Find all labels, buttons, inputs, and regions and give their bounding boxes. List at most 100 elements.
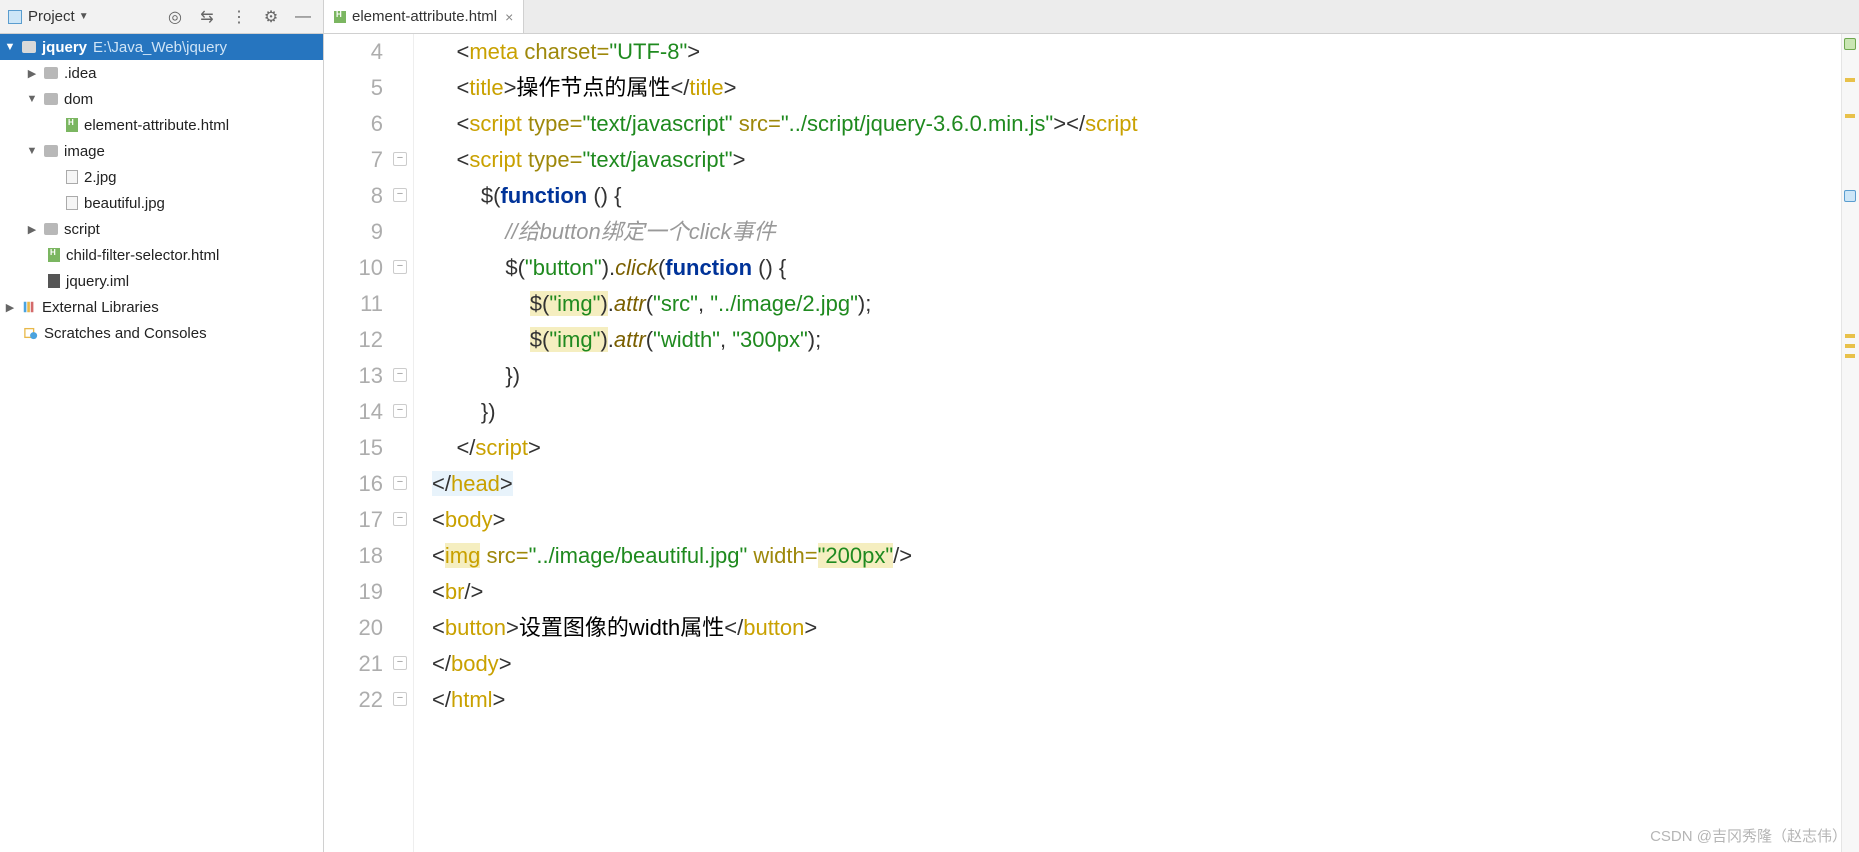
tree-folder-idea[interactable]: ▶ .idea <box>0 60 323 86</box>
project-label[interactable]: Project <box>28 8 75 25</box>
folder-label: dom <box>64 91 93 108</box>
line-number-gutter: 4567−8−910−111213−14−1516−17−18192021−22… <box>324 34 414 852</box>
inspection-ok-icon[interactable] <box>1844 38 1856 50</box>
warning-marker[interactable] <box>1845 114 1855 118</box>
html-file-icon <box>48 248 60 262</box>
code-line[interactable]: $("img").attr("width", "300px"); <box>432 322 1841 358</box>
warning-marker[interactable] <box>1845 344 1855 348</box>
dropdown-arrow-icon[interactable]: ▼ <box>79 11 89 22</box>
fold-icon[interactable]: − <box>393 476 407 490</box>
project-tree[interactable]: ▼ jquery E:\Java_Web\jquery ▶ .idea ▼ do… <box>0 34 324 852</box>
folder-label: script <box>64 221 100 238</box>
warning-marker[interactable] <box>1845 354 1855 358</box>
tree-scratches[interactable]: Scratches and Consoles <box>0 320 323 346</box>
minimize-icon[interactable]: — <box>295 9 311 25</box>
fold-icon[interactable]: − <box>393 152 407 166</box>
code-line[interactable]: //给button绑定一个click事件 <box>432 214 1841 250</box>
root-name: jquery <box>42 39 87 56</box>
line-number: 18 <box>324 538 383 574</box>
folder-label: image <box>64 143 105 160</box>
expand-arrow-icon[interactable]: ▼ <box>26 145 38 157</box>
folder-icon <box>22 41 36 53</box>
warning-marker[interactable] <box>1845 78 1855 82</box>
gear-icon[interactable]: ⚙ <box>263 9 279 25</box>
scratch-label: Scratches and Consoles <box>44 325 207 342</box>
expand-arrow-icon[interactable]: ▼ <box>4 41 16 53</box>
file-label: child-filter-selector.html <box>66 247 219 264</box>
line-number: 12 <box>324 322 383 358</box>
line-number: 14− <box>324 394 383 430</box>
project-tool-icons: ◎ ⇆ ⋮ ⚙ — <box>167 9 311 25</box>
line-number: 7− <box>324 142 383 178</box>
root-path: E:\Java_Web\jquery <box>93 39 227 56</box>
code-line[interactable]: }) <box>432 358 1841 394</box>
target-icon[interactable]: ◎ <box>167 9 183 25</box>
code-line[interactable]: $("img").attr("src", "../image/2.jpg"); <box>432 286 1841 322</box>
expand-arrow-icon[interactable]: ▼ <box>26 93 38 105</box>
tree-file-element-attribute[interactable]: element-attribute.html <box>0 112 323 138</box>
tree-file-beautiful[interactable]: beautiful.jpg <box>0 190 323 216</box>
fold-icon[interactable]: − <box>393 260 407 274</box>
line-number: 9 <box>324 214 383 250</box>
fold-icon[interactable]: − <box>393 692 407 706</box>
editor-tab-bar: element-attribute.html × <box>324 0 1859 33</box>
file-label: element-attribute.html <box>84 117 229 134</box>
tree-file-iml[interactable]: jquery.iml <box>0 268 323 294</box>
marker-rail <box>1841 34 1859 852</box>
tree-file-2jpg[interactable]: 2.jpg <box>0 164 323 190</box>
code-line[interactable]: <br/> <box>432 574 1841 610</box>
collapse-arrow-icon[interactable]: ▶ <box>26 67 38 80</box>
code-line[interactable]: <img src="../image/beautiful.jpg" width=… <box>432 538 1841 574</box>
line-number: 4 <box>324 34 383 70</box>
collapse-arrow-icon[interactable]: ▶ <box>4 301 16 314</box>
tree-folder-dom[interactable]: ▼ dom <box>0 86 323 112</box>
html-file-icon <box>334 11 346 23</box>
fold-icon[interactable]: − <box>393 404 407 418</box>
code-line[interactable]: <script type="text/javascript"> <box>432 142 1841 178</box>
fold-icon[interactable]: − <box>393 512 407 526</box>
code-line[interactable]: }) <box>432 394 1841 430</box>
fold-icon[interactable]: − <box>393 368 407 382</box>
tree-root[interactable]: ▼ jquery E:\Java_Web\jquery <box>0 34 323 60</box>
code-line[interactable]: <script type="text/javascript" src="../s… <box>432 106 1841 142</box>
top-bar: Project ▼ ◎ ⇆ ⋮ ⚙ — element-attribute.ht… <box>0 0 1859 34</box>
code-line[interactable]: <body> <box>432 502 1841 538</box>
fold-icon[interactable]: − <box>393 656 407 670</box>
editor-tab[interactable]: element-attribute.html × <box>324 0 524 33</box>
folder-label: .idea <box>64 65 97 82</box>
iml-file-icon <box>48 274 60 288</box>
line-number: 8− <box>324 178 383 214</box>
code-area[interactable]: <meta charset="UTF-8"> <title>操作节点的属性</t… <box>414 34 1841 852</box>
code-line[interactable]: $("button").click(function () { <box>432 250 1841 286</box>
code-line[interactable]: <meta charset="UTF-8"> <box>432 34 1841 70</box>
code-line[interactable]: <button>设置图像的width属性</button> <box>432 610 1841 646</box>
line-number: 6 <box>324 106 383 142</box>
code-editor[interactable]: 4567−8−910−111213−14−1516−17−18192021−22… <box>324 34 1859 852</box>
fold-icon[interactable]: − <box>393 188 407 202</box>
collapse-icon[interactable]: ⇆ <box>199 9 215 25</box>
project-tool-header: Project ▼ ◎ ⇆ ⋮ ⚙ — <box>0 0 324 33</box>
folder-icon <box>44 223 58 235</box>
tree-folder-image[interactable]: ▼ image <box>0 138 323 164</box>
tree-folder-script[interactable]: ▶ script <box>0 216 323 242</box>
folder-icon <box>44 67 58 79</box>
line-number: 15 <box>324 430 383 466</box>
file-label: beautiful.jpg <box>84 195 165 212</box>
code-line[interactable]: <title>操作节点的属性</title> <box>432 70 1841 106</box>
main: ▼ jquery E:\Java_Web\jquery ▶ .idea ▼ do… <box>0 34 1859 852</box>
code-line[interactable]: $(function () { <box>432 178 1841 214</box>
collapse-arrow-icon[interactable]: ▶ <box>26 223 38 236</box>
watermark: CSDN @吉冈秀隆（赵志伟） <box>1650 825 1847 846</box>
line-number: 17− <box>324 502 383 538</box>
line-number: 11 <box>324 286 383 322</box>
code-line[interactable]: </body> <box>432 646 1841 682</box>
code-line[interactable]: </html> <box>432 682 1841 718</box>
code-line[interactable]: </script> <box>432 430 1841 466</box>
tree-external-libraries[interactable]: ▶ External Libraries <box>0 294 323 320</box>
tree-file-child-filter[interactable]: child-filter-selector.html <box>0 242 323 268</box>
code-line[interactable]: </head> <box>432 466 1841 502</box>
warning-marker[interactable] <box>1845 334 1855 338</box>
info-marker[interactable] <box>1844 190 1856 202</box>
more-icon[interactable]: ⋮ <box>231 9 247 25</box>
close-icon[interactable]: × <box>505 9 513 25</box>
